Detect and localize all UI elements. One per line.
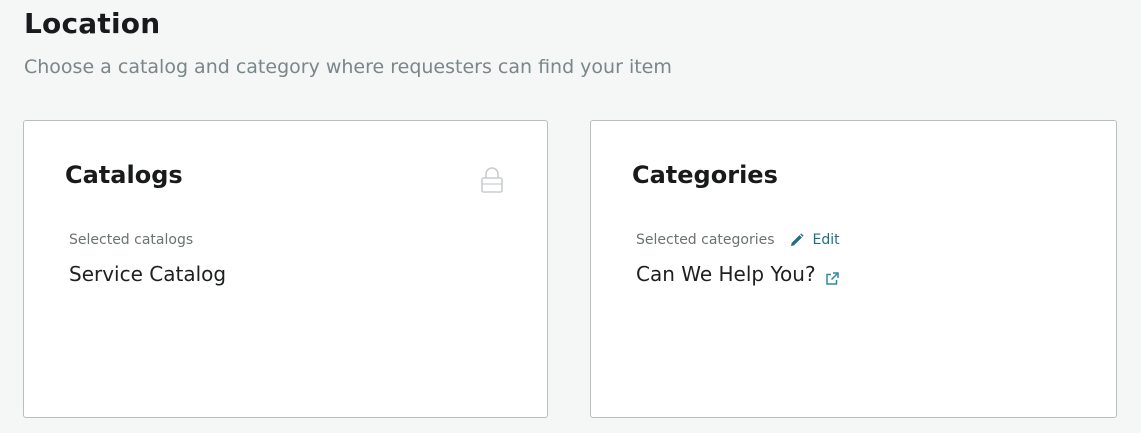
page-title: Location xyxy=(24,7,161,40)
edit-label: Edit xyxy=(812,232,840,248)
edit-categories-button[interactable]: Edit xyxy=(789,232,840,248)
selected-catalogs-label-text: Selected catalogs xyxy=(69,232,194,248)
selected-categories-label: Selected categories Edit xyxy=(636,232,840,248)
catalogs-card: Catalogs Selected catalogs Service Catal… xyxy=(23,120,548,418)
selected-categories-label-text: Selected categories xyxy=(636,232,775,248)
page-subtitle: Choose a catalog and category where requ… xyxy=(24,56,672,78)
pencil-icon xyxy=(789,232,804,248)
selected-catalog-text: Service Catalog xyxy=(69,262,227,286)
lock-icon xyxy=(480,166,504,194)
selected-category-value: Can We Help You? xyxy=(636,262,839,286)
categories-card: Categories Selected categories Edit Can … xyxy=(590,120,1117,418)
external-link-icon[interactable] xyxy=(825,267,839,285)
categories-title: Categories xyxy=(632,161,778,189)
selected-catalog-value: Service Catalog xyxy=(69,262,226,286)
selected-catalogs-label: Selected catalogs xyxy=(69,232,193,248)
catalogs-title: Catalogs xyxy=(65,161,183,189)
selected-category-text: Can We Help You? xyxy=(636,262,816,286)
